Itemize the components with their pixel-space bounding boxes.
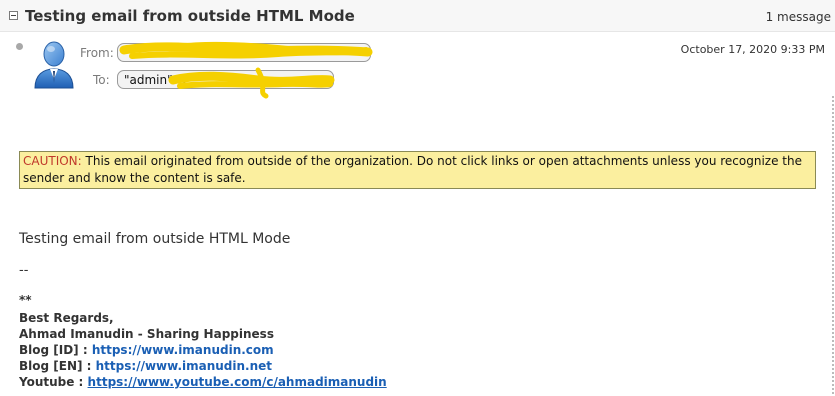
message-date: October 17, 2020 9:33 PM bbox=[680, 43, 825, 56]
signature-regards: Best Regards, bbox=[19, 311, 114, 325]
thread-header: Testing email from outside HTML Mode 1 m… bbox=[0, 0, 835, 32]
message-count: 1 message bbox=[765, 10, 831, 24]
signature-blog-id: Blog [ID] : https://www.imanudin.com bbox=[19, 342, 274, 358]
blog-id-link[interactable]: https://www.imanudin.com bbox=[92, 343, 274, 357]
collapse-minus-icon[interactable] bbox=[9, 11, 18, 20]
thread-subject: Testing email from outside HTML Mode bbox=[25, 7, 355, 25]
signature-blog-en: Blog [EN] : https://www.imanudin.net bbox=[19, 358, 272, 374]
blog-en-link[interactable]: https://www.imanudin.net bbox=[96, 359, 272, 373]
signature-separator: -- bbox=[19, 263, 29, 278]
signature-stars: ** bbox=[19, 293, 32, 307]
youtube-link[interactable]: https://www.youtube.com/c/ahmadimanudin bbox=[88, 375, 387, 389]
to-label: To: bbox=[93, 73, 110, 87]
from-label: From: bbox=[80, 46, 114, 60]
blog-en-label: Blog [EN] : bbox=[19, 359, 96, 373]
signature-youtube: Youtube : https://www.youtube.com/c/ahma… bbox=[19, 374, 387, 390]
to-address-value: "admin" < bbox=[124, 73, 187, 87]
contact-avatar-icon bbox=[34, 41, 74, 89]
to-address-pill[interactable]: "admin" < bbox=[117, 70, 334, 89]
from-address-value: " bbox=[124, 46, 130, 60]
scrollbar-edge[interactable] bbox=[832, 96, 834, 396]
caution-prefix: CAUTION: bbox=[23, 154, 82, 168]
caution-text: This email originated from outside of th… bbox=[23, 154, 802, 185]
body-main-text: Testing email from outside HTML Mode bbox=[19, 231, 291, 247]
from-address-pill[interactable]: " bbox=[117, 43, 371, 62]
external-caution-banner: CAUTION: This email originated from outs… bbox=[19, 151, 816, 189]
blog-id-label: Blog [ID] : bbox=[19, 343, 92, 357]
unread-bullet-icon[interactable] bbox=[16, 43, 23, 50]
signature-name: Ahmad Imanudin - Sharing Happiness bbox=[19, 327, 274, 341]
youtube-label: Youtube : bbox=[19, 375, 88, 389]
